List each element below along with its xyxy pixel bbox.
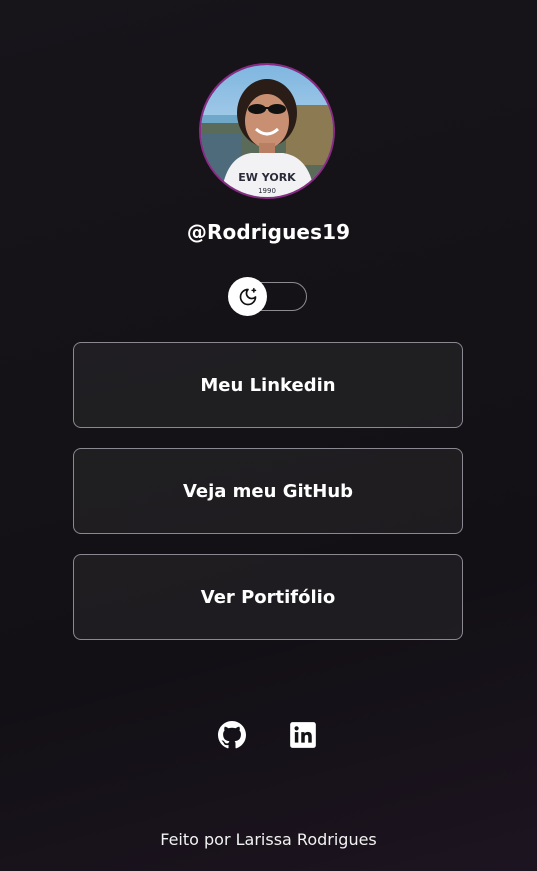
github-link-button[interactable]: Veja meu GitHub <box>73 448 463 534</box>
theme-toggle[interactable] <box>228 277 307 316</box>
profile-photo: EW YORK 1990 <box>201 65 333 197</box>
profile-username: @Rodrigues19 <box>186 220 351 244</box>
footer-credit: Feito por Larissa Rodrigues <box>160 830 377 849</box>
linkedin-social-link[interactable] <box>288 720 318 750</box>
moon-stars-icon <box>239 287 256 305</box>
profile-avatar: EW YORK 1990 <box>199 63 335 199</box>
theme-toggle-knob[interactable] <box>228 277 267 316</box>
svg-text:EW YORK: EW YORK <box>238 171 296 184</box>
github-icon <box>218 721 246 749</box>
svg-text:1990: 1990 <box>258 187 276 195</box>
linkedin-link-button[interactable]: Meu Linkedin <box>73 342 463 428</box>
portfolio-link-button[interactable]: Ver Portifólio <box>73 554 463 640</box>
linktree-page: EW YORK 1990 @Rodrigues19 Meu Linkedin V… <box>0 0 537 871</box>
github-social-link[interactable] <box>217 720 247 750</box>
linkedin-icon <box>290 722 316 748</box>
